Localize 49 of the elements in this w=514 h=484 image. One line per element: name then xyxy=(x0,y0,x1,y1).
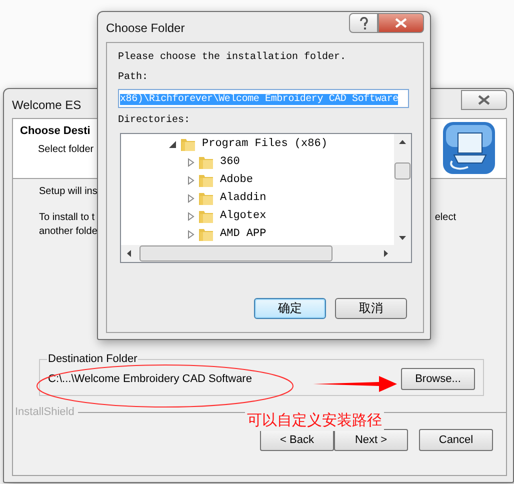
window-title: Welcome ES xyxy=(12,96,82,112)
destination-path: C:\...\Welcome Embroidery CAD Software xyxy=(48,372,252,386)
expanded-arrow-icon[interactable] xyxy=(169,140,177,148)
help-button[interactable] xyxy=(349,13,378,33)
folder-label[interactable]: Algotex xyxy=(220,210,266,222)
browse-button[interactable]: Browse... xyxy=(401,368,475,390)
folder-icon xyxy=(198,208,214,224)
instruction-text: another folde xyxy=(39,225,98,239)
directory-tree[interactable]: Program Files (x86) 360 Adobe Aladdin Algotex AMD APP xyxy=(120,133,412,263)
collapsed-arrow-icon[interactable] xyxy=(187,176,195,184)
page-subtitle: Select folder xyxy=(38,144,94,155)
cancel-button[interactable]: 取消 xyxy=(335,298,407,319)
cancel-button[interactable]: Cancel xyxy=(419,429,493,451)
computer-icon xyxy=(442,121,496,175)
prompt-text: Please choose the installation folder. xyxy=(118,52,348,64)
page-title: Choose Desti xyxy=(20,125,90,137)
next-button[interactable]: Next > xyxy=(334,429,408,451)
close-icon xyxy=(395,18,407,28)
folder-icon xyxy=(198,154,214,170)
help-icon xyxy=(358,16,368,30)
group-label: Destination Folder xyxy=(47,353,138,365)
setup-text: Setup will ins xyxy=(39,185,98,199)
path-label: Path: xyxy=(118,72,150,84)
horizontal-scrollbar[interactable] xyxy=(121,245,394,262)
collapsed-arrow-icon[interactable] xyxy=(187,158,195,166)
folder-icon xyxy=(198,172,214,188)
folder-label[interactable]: 360 xyxy=(220,156,240,168)
ok-button[interactable]: 确定 xyxy=(254,298,326,319)
folder-icon xyxy=(180,136,196,152)
brand-label: InstallShield xyxy=(15,406,74,418)
annotation-text: 可以自定义安装路径 xyxy=(245,411,384,431)
collapsed-arrow-icon[interactable] xyxy=(187,194,195,202)
folder-label[interactable]: Aladdin xyxy=(220,192,266,204)
folder-label[interactable]: Program Files (x86) xyxy=(202,138,328,150)
vertical-scrollbar[interactable] xyxy=(394,134,411,245)
back-button[interactable]: < Back xyxy=(260,429,334,451)
close-button[interactable] xyxy=(378,13,424,33)
instruction-text: elect xyxy=(434,211,456,225)
close-icon xyxy=(478,95,490,105)
close-button[interactable] xyxy=(461,90,507,110)
collapsed-arrow-icon[interactable] xyxy=(187,212,195,220)
directories-label: Directories: xyxy=(118,115,192,127)
folder-icon xyxy=(198,190,214,206)
folder-label[interactable]: AMD APP xyxy=(220,228,266,240)
folder-icon xyxy=(198,226,214,242)
dialog-title: Choose Folder xyxy=(106,20,185,34)
folder-label[interactable]: Adobe xyxy=(220,174,254,186)
collapsed-arrow-icon[interactable] xyxy=(187,230,195,238)
instruction-text: To install to t xyxy=(39,211,95,225)
